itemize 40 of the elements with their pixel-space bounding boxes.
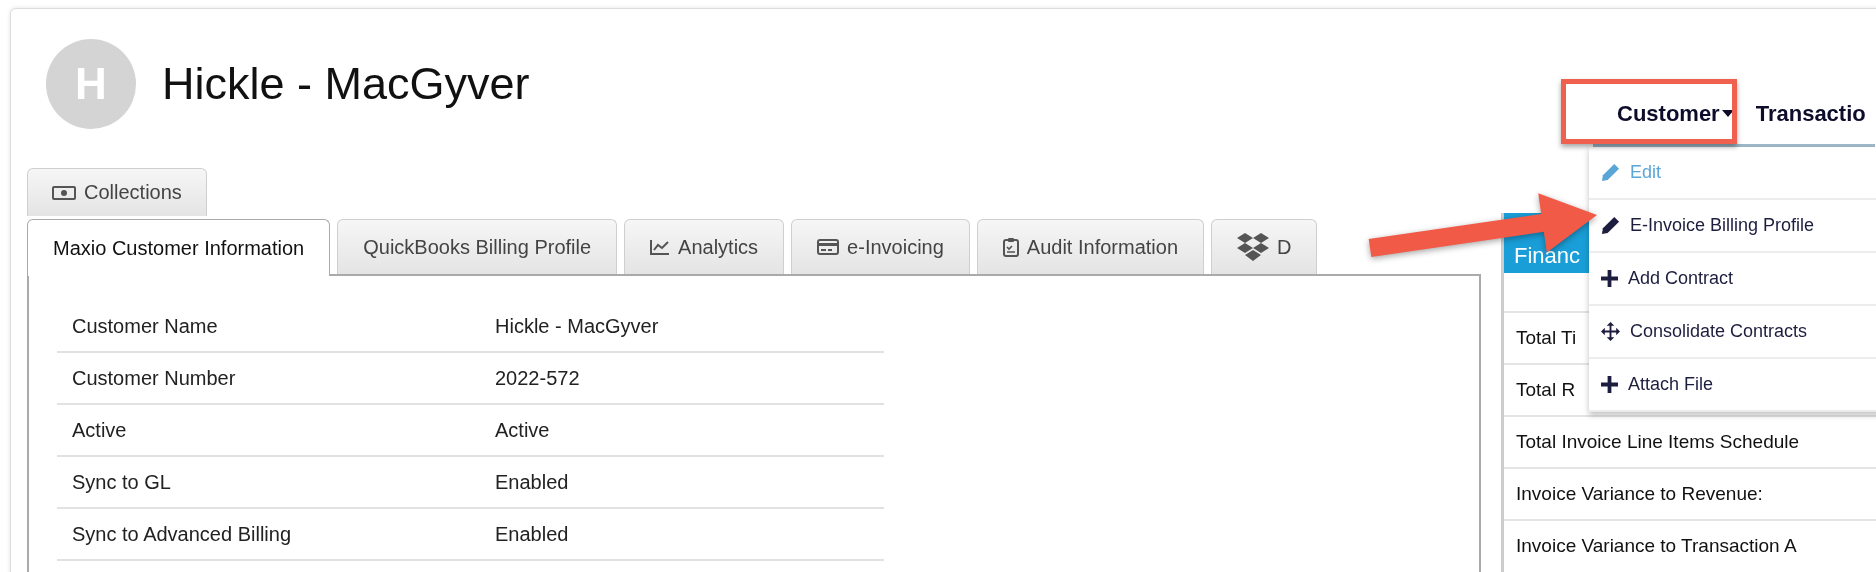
menu-item[interactable]: Attach File: [1589, 359, 1876, 412]
line-chart-icon: [650, 239, 671, 255]
collections-tab[interactable]: Collections: [27, 168, 207, 216]
nav-menu-item[interactable]: Transactio: [1755, 100, 1866, 127]
menu-item[interactable]: Add Contract: [1589, 253, 1876, 306]
move-icon: [1601, 322, 1620, 341]
field-value: Hickle - MacGyver: [495, 314, 659, 338]
summary-label: Total Ti: [1516, 327, 1577, 349]
tab[interactable]: e-Invoicing: [791, 219, 970, 274]
nav-menu-item[interactable]: Customer: [1617, 100, 1734, 127]
customer-title: Hickle - MacGyver: [162, 58, 530, 110]
field-label: Active: [71, 418, 128, 442]
tab[interactable]: Maxio Customer Information: [27, 219, 331, 276]
panel-title: Financ: [1514, 243, 1581, 269]
pencil-icon: [1601, 163, 1620, 182]
pencil-icon: [1601, 216, 1620, 235]
banknote-icon: [52, 185, 76, 200]
summary-label: Total Invoice Line Items Schedule: [1516, 431, 1800, 453]
tab[interactable]: QuickBooks Billing Profile: [337, 219, 618, 274]
field-label: Sync to GL: [71, 470, 172, 494]
clipboard-icon: [1002, 237, 1019, 257]
summary-label: Invoice Variance to Revenue:: [1516, 483, 1763, 505]
menu-item[interactable]: Consolidate Contracts: [1589, 306, 1876, 359]
tab[interactable]: Audit Information: [976, 219, 1205, 274]
summary-label: Total R: [1516, 379, 1576, 401]
tab[interactable]: Analytics: [624, 219, 785, 274]
field-label: Sync to Advanced Billing: [71, 522, 293, 546]
menu-item[interactable]: E-Invoice Billing Profile: [1589, 200, 1876, 253]
plus-icon: [1601, 376, 1618, 393]
boxes-icon: [1237, 232, 1270, 262]
field-value: Enabled: [495, 470, 569, 494]
summary-label: Invoice Variance to Transaction A: [1516, 535, 1797, 557]
field-value: 2022-572: [495, 366, 580, 390]
tab[interactable]: D: [1211, 219, 1318, 274]
credit-card-icon: [817, 239, 840, 255]
field-label: Customer Number: [71, 366, 237, 390]
field-value: Active: [495, 418, 550, 442]
plus-icon: [1601, 270, 1618, 287]
field-value: Enabled: [495, 522, 569, 546]
field-label: Customer Name: [71, 314, 219, 338]
